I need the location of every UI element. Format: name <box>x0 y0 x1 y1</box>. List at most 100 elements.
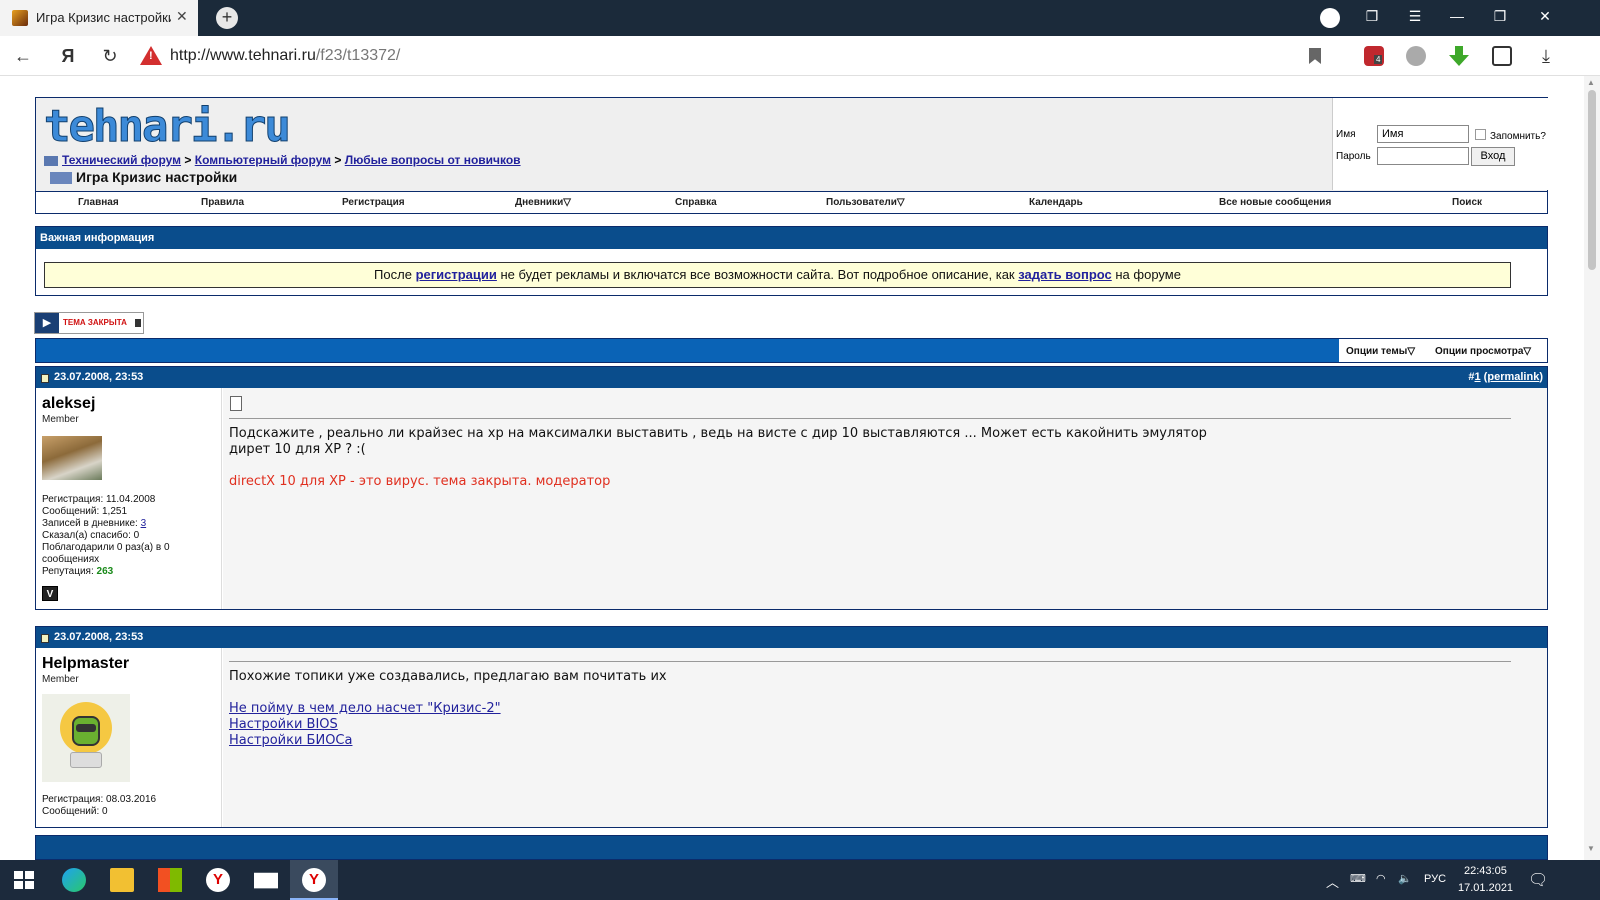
volume-icon[interactable]: 🔈 <box>1398 872 1412 885</box>
page-scrollbar[interactable]: ▲ ▼ <box>1584 76 1600 860</box>
ask-question-link[interactable]: задать вопрос <box>1018 267 1112 282</box>
post-header: 23.07.2008, 23:53 #1 (permalink) <box>36 367 1547 388</box>
username-input[interactable] <box>1377 125 1469 143</box>
browser-tab-active[interactable]: Игра Кризис настройки ✕ <box>0 0 198 36</box>
thread-title-text: Игра Кризис настройки <box>76 169 238 185</box>
verified-badge-icon: V <box>42 586 58 601</box>
info-text: на форуме <box>1111 267 1181 282</box>
keyboard-icon[interactable]: ⌨ <box>1350 872 1366 885</box>
downloads-icon[interactable]: ⤓ <box>1536 46 1556 66</box>
edge-icon[interactable] <box>62 868 86 892</box>
adblock-extension-icon[interactable]: 4 <box>1364 46 1384 66</box>
nav-users-label: Пользователи <box>826 197 897 208</box>
windows-start-icon[interactable] <box>12 868 36 892</box>
post-text-line: Подскажите , реально ли крайзес на хр на… <box>229 426 1207 441</box>
post-separator <box>229 418 1511 419</box>
diary-count-link[interactable]: 3 <box>141 518 147 529</box>
nav-calendar[interactable]: Календарь <box>1029 197 1083 208</box>
permalink-link[interactable]: permalink <box>1487 371 1539 383</box>
view-options-label: Опции просмотра <box>1435 346 1524 357</box>
profile-icon[interactable] <box>1320 8 1340 28</box>
nav-new-posts[interactable]: Все новые сообщения <box>1219 197 1331 208</box>
close-window-icon[interactable]: ✕ <box>1535 8 1555 25</box>
register-link[interactable]: регистрации <box>416 267 497 282</box>
nav-rules[interactable]: Правила <box>201 197 244 208</box>
post-text: Похожие топики уже создавались, предлага… <box>229 669 667 749</box>
breadcrumb-link-computer-forum[interactable]: Компьютерный форум <box>195 153 331 167</box>
yandex-icon[interactable]: Я <box>57 46 79 67</box>
breadcrumb-link-tech-forum[interactable]: Технический форум <box>62 153 181 167</box>
scroll-up-icon[interactable]: ▲ <box>1587 78 1595 87</box>
yandex-browser-icon[interactable]: Y <box>206 868 230 892</box>
breadcrumb: Технический форум > Компьютерный форум >… <box>44 153 521 167</box>
breadcrumb-separator: > <box>184 153 192 167</box>
wifi-icon[interactable]: ◠ <box>1376 872 1386 885</box>
post-username[interactable]: Helpmaster <box>42 655 129 673</box>
nav-help[interactable]: Справка <box>675 197 717 208</box>
globe-extension-icon[interactable] <box>1406 46 1426 66</box>
password-input[interactable] <box>1377 147 1469 165</box>
thread-closed-label: тема закрыта <box>63 318 127 327</box>
post-author-panel: Helpmaster Member Регистрация: 08.03.201… <box>36 648 222 827</box>
url-field[interactable]: http://www.tehnari.ru/f23/t13372/ <box>170 47 400 65</box>
nav-search[interactable]: Поиск <box>1452 197 1482 208</box>
back-icon[interactable]: ← <box>12 46 34 67</box>
post-user-stats: Регистрация: 08.03.2016 Сообщений: 0 <box>42 794 212 818</box>
thread-options-menu[interactable]: Опции темы▽ <box>1346 346 1415 357</box>
login-button[interactable]: Вход <box>1471 147 1515 166</box>
related-topic-link[interactable]: Настройки БИОСа <box>229 733 352 748</box>
related-topic-link[interactable]: Настройки BIOS <box>229 717 338 732</box>
tray-expand-icon[interactable]: ︿ <box>1326 872 1339 891</box>
post-username[interactable]: aleksej <box>42 395 95 413</box>
scrollbar-thumb[interactable] <box>1588 90 1596 270</box>
important-info-message: После регистрации не будет рекламы и вкл… <box>44 262 1511 288</box>
nav-diaries[interactable]: Дневники▽ <box>515 197 571 208</box>
arrow-right-icon: ▶ <box>35 313 59 333</box>
windows-taskbar: Y Y ︿ ⌨ ◠ 🔈 РУС 22:43:05 17.01.2021 🗨 <box>0 860 1600 900</box>
breadcrumb-link-newbie-questions[interactable]: Любые вопросы от новичков <box>345 153 521 167</box>
nav-users[interactable]: Пользователи▽ <box>826 197 905 208</box>
language-indicator[interactable]: РУС <box>1424 873 1446 885</box>
url-path: /f23/t13372/ <box>315 47 401 64</box>
nav-home[interactable]: Главная <box>78 197 119 208</box>
scroll-down-icon[interactable]: ▼ <box>1587 844 1595 853</box>
reload-icon[interactable]: ↻ <box>99 46 121 67</box>
dropdown-triangle-icon: ▽ <box>896 197 905 208</box>
close-tab-icon[interactable]: ✕ <box>176 8 188 25</box>
minimize-icon[interactable]: — <box>1447 8 1467 24</box>
post-date: 23.07.2008, 23:53 <box>54 371 144 383</box>
mail-icon[interactable] <box>254 872 278 889</box>
clock-time[interactable]: 22:43:05 <box>1464 865 1507 877</box>
login-box: Имя Запомнить? Пароль Вход <box>1332 98 1548 190</box>
username-label: Имя <box>1336 129 1356 140</box>
restore-icon[interactable]: ❐ <box>1490 8 1510 25</box>
view-options-menu[interactable]: Опции просмотра▽ <box>1435 346 1531 357</box>
notifications-icon[interactable]: 🗨 <box>1528 870 1548 890</box>
thread-icon <box>50 172 72 185</box>
clock-date[interactable]: 17.01.2021 <box>1458 882 1513 894</box>
new-tab-button[interactable]: + <box>216 7 238 29</box>
user-post-count: Сообщений: 1,251 <box>42 506 128 517</box>
password-label: Пароль <box>1336 151 1371 162</box>
forum-home-icon <box>44 155 58 166</box>
avatar[interactable] <box>42 694 130 782</box>
site-logo[interactable]: tehnari.ru <box>44 103 292 150</box>
post-number-link[interactable]: 1 <box>1475 371 1481 383</box>
post-header: 23.07.2008, 23:53 <box>36 627 1547 648</box>
post-author-panel: aleksej Member Регистрация: 11.04.2008 С… <box>36 388 222 609</box>
nav-register[interactable]: Регистрация <box>342 197 405 208</box>
yandex-browser-active-icon[interactable]: Y <box>302 868 326 892</box>
remember-checkbox[interactable] <box>1475 129 1486 140</box>
insecure-warning-icon[interactable]: ! <box>140 46 162 65</box>
lock-icon <box>135 319 141 327</box>
post-user-rank: Member <box>42 674 79 685</box>
store-icon[interactable] <box>158 868 182 892</box>
menu-icon[interactable]: ☰ <box>1405 8 1425 25</box>
file-explorer-icon[interactable] <box>110 868 134 892</box>
thread-closed-button[interactable]: ▶ тема закрыта <box>34 312 144 334</box>
reputation-value: 263 <box>96 566 114 577</box>
collections-icon[interactable]: ❐ <box>1362 8 1382 25</box>
extensions-icon[interactable] <box>1492 46 1512 66</box>
avatar[interactable] <box>42 436 102 480</box>
related-topic-link[interactable]: Не пойму в чем дело насчет "Кризис-2" <box>229 701 501 716</box>
